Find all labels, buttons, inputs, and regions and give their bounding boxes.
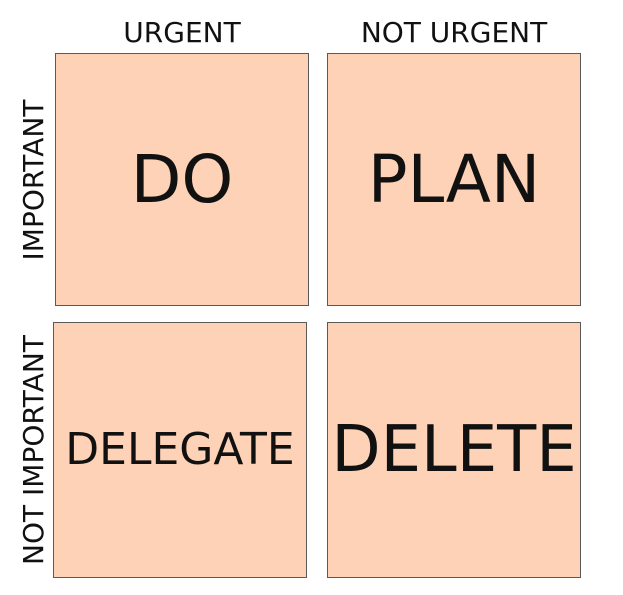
quadrant-plan-label: PLAN (367, 140, 541, 218)
row-header-not-important: NOT IMPORTANT (17, 335, 50, 565)
quadrant-delete-label: DELETE (331, 413, 577, 487)
quadrant-do-label: DO (130, 140, 234, 218)
quadrant-delete: DELETE (327, 322, 581, 578)
quadrant-delegate-label: DELEGATE (65, 424, 295, 475)
quadrant-plan: PLAN (327, 53, 581, 306)
column-header-not-urgent: NOT URGENT (360, 16, 548, 49)
row-header-important: IMPORTANT (17, 99, 50, 261)
column-header-urgent: URGENT (123, 16, 241, 49)
quadrant-delegate: DELEGATE (53, 322, 307, 578)
quadrant-do: DO (55, 53, 309, 306)
